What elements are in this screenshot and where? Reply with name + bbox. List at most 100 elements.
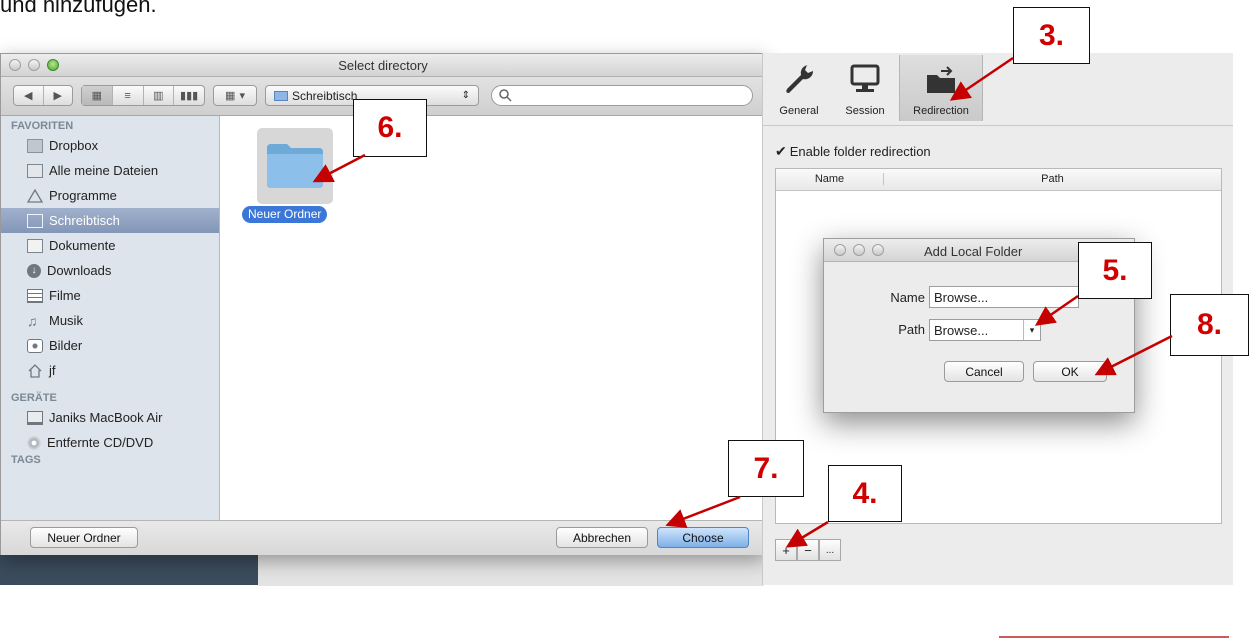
desktop-icon xyxy=(27,213,43,228)
dialog-cancel-button[interactable]: Cancel xyxy=(944,361,1024,382)
home-icon xyxy=(27,363,43,378)
callout-5: 5. xyxy=(1078,242,1152,299)
close-dot-icon[interactable] xyxy=(834,244,846,256)
sidebar-item-cd-dvd[interactable]: Entfernte CD/DVD xyxy=(1,430,219,455)
view-mode-buttons[interactable]: ▦ ≡ ▥ ▮▮▮ xyxy=(81,85,205,106)
arrange-button[interactable]: ▦ ▾ xyxy=(213,85,257,106)
sidebar-item-label: Janiks MacBook Air xyxy=(49,410,163,425)
choose-button[interactable]: Choose xyxy=(657,527,749,548)
add-button[interactable]: + xyxy=(775,539,797,561)
remove-button[interactable]: − xyxy=(797,539,819,561)
finder-titlebar: Select directory xyxy=(1,54,765,77)
updown-chevron-icon: ⇕ xyxy=(461,90,470,101)
devices-header: GERÄTE xyxy=(11,392,57,404)
sidebar-item-label: Programme xyxy=(49,188,117,203)
tab-general[interactable]: General xyxy=(769,55,829,121)
applications-icon xyxy=(26,188,44,203)
sidebar-item-macbook[interactable]: Janiks MacBook Air xyxy=(1,405,219,430)
list-view-icon[interactable]: ≡ xyxy=(113,86,144,105)
sidebar-item-programme[interactable]: Programme xyxy=(1,183,219,208)
checkmark-icon: ✔ xyxy=(775,143,787,159)
desktop-folder-icon xyxy=(274,90,288,101)
monitor-icon xyxy=(845,61,885,95)
tab-redirection[interactable]: Redirection xyxy=(899,55,983,121)
window-background xyxy=(258,550,764,586)
minimize-dot-icon[interactable] xyxy=(853,244,865,256)
cancel-button[interactable]: Abbrechen xyxy=(556,527,648,548)
column-view-icon[interactable]: ▥ xyxy=(144,86,175,105)
callout-7: 7. xyxy=(728,440,804,497)
column-name[interactable]: Name xyxy=(776,173,884,185)
path-combo[interactable]: Browse... ▾ xyxy=(929,319,1041,341)
desktop-background xyxy=(0,550,258,585)
path-combo-value: Browse... xyxy=(934,322,989,338)
sidebar-item-label: Dokumente xyxy=(49,238,116,253)
new-folder-item[interactable] xyxy=(257,128,333,204)
coverflow-view-icon[interactable]: ▮▮▮ xyxy=(174,86,204,105)
downloads-icon: ↓ xyxy=(27,263,41,278)
sidebar-item-dropbox[interactable]: Dropbox xyxy=(1,133,219,158)
sidebar-item-schreibtisch[interactable]: Schreibtisch xyxy=(1,208,219,233)
sidebar-item-all-files[interactable]: Alle meine Dateien xyxy=(1,158,219,183)
forward-icon[interactable]: ▶ xyxy=(44,86,73,105)
tab-label: Session xyxy=(845,105,885,117)
favorites-header: FAVORITEN xyxy=(11,120,74,132)
path-label: Path xyxy=(898,322,925,337)
callout-6: 6. xyxy=(353,99,427,157)
disc-icon xyxy=(27,435,41,450)
more-button[interactable]: ... xyxy=(819,539,841,561)
folder-redirect-icon xyxy=(921,61,961,95)
sidebar-item-label: jf xyxy=(49,363,56,378)
sidebar-item-label: Schreibtisch xyxy=(49,213,120,228)
pictures-icon xyxy=(27,338,43,353)
zoom-dot-icon[interactable] xyxy=(872,244,884,256)
sidebar-item-dokumente[interactable]: Dokumente xyxy=(1,233,219,258)
callout-8: 8. xyxy=(1170,294,1249,356)
search-input[interactable] xyxy=(491,85,753,106)
dialog-ok-button[interactable]: OK xyxy=(1033,361,1107,382)
column-path[interactable]: Path xyxy=(884,173,1221,185)
finder-bottom-bar: Neuer Ordner Abbrechen Choose xyxy=(1,520,765,555)
dropdown-arrow-icon[interactable]: ▾ xyxy=(1023,320,1040,340)
tab-label: General xyxy=(779,105,819,117)
folder-icon xyxy=(27,138,43,153)
dialog-title: Add Local Folder xyxy=(924,244,1023,259)
back-icon[interactable]: ◀ xyxy=(14,86,44,105)
table-header: Name Path xyxy=(776,169,1221,191)
search-icon xyxy=(499,89,512,102)
sidebar-item-bilder[interactable]: Bilder xyxy=(1,333,219,358)
sidebar-item-label: Bilder xyxy=(49,338,83,353)
sidebar-item-downloads[interactable]: ↓ Downloads xyxy=(1,258,219,283)
new-folder-button[interactable]: Neuer Ordner xyxy=(30,527,138,548)
tab-session[interactable]: Session xyxy=(835,55,895,121)
sidebar-item-filme[interactable]: Filme xyxy=(1,283,219,308)
icon-view-icon[interactable]: ▦ xyxy=(82,86,113,105)
sidebar-item-musik[interactable]: ♫ Musik xyxy=(1,308,219,333)
path-popup-label: Schreibtisch xyxy=(292,88,358,103)
enable-redirection-checkbox[interactable]: ✔ Enable folder redirection xyxy=(775,143,931,160)
document-text: und hinzufügen. xyxy=(0,0,157,17)
movies-icon xyxy=(27,288,43,303)
folder-icon xyxy=(267,144,323,188)
name-label: Name xyxy=(890,290,925,305)
sidebar-item-label: Entfernte CD/DVD xyxy=(47,435,154,450)
all-files-icon xyxy=(27,163,43,178)
finder-title: Select directory xyxy=(338,58,428,73)
sidebar-item-label: Downloads xyxy=(47,263,112,278)
tab-separator xyxy=(763,125,1233,126)
folder-name-label[interactable]: Neuer Ordner xyxy=(242,206,328,223)
sidebar-item-label: Dropbox xyxy=(49,138,99,153)
checkbox-label: Enable folder redirection xyxy=(789,144,931,159)
laptop-icon xyxy=(27,410,43,425)
name-field[interactable]: Browse... xyxy=(929,286,1079,308)
callout-3: 3. xyxy=(1013,7,1090,64)
sidebar-item-label: Musik xyxy=(49,313,83,328)
tags-header: TAGS xyxy=(11,454,41,466)
tab-label: Redirection xyxy=(913,105,969,117)
back-forward-buttons[interactable]: ◀ ▶ xyxy=(13,85,73,106)
documents-icon xyxy=(27,238,43,253)
sidebar-item-jf[interactable]: jf xyxy=(1,358,219,383)
sidebar-item-label: Alle meine Dateien xyxy=(49,163,159,178)
sidebar-item-label: Filme xyxy=(49,288,81,303)
finder-sidebar: FAVORITEN Dropbox Alle meine Dateien Pro… xyxy=(1,116,220,520)
